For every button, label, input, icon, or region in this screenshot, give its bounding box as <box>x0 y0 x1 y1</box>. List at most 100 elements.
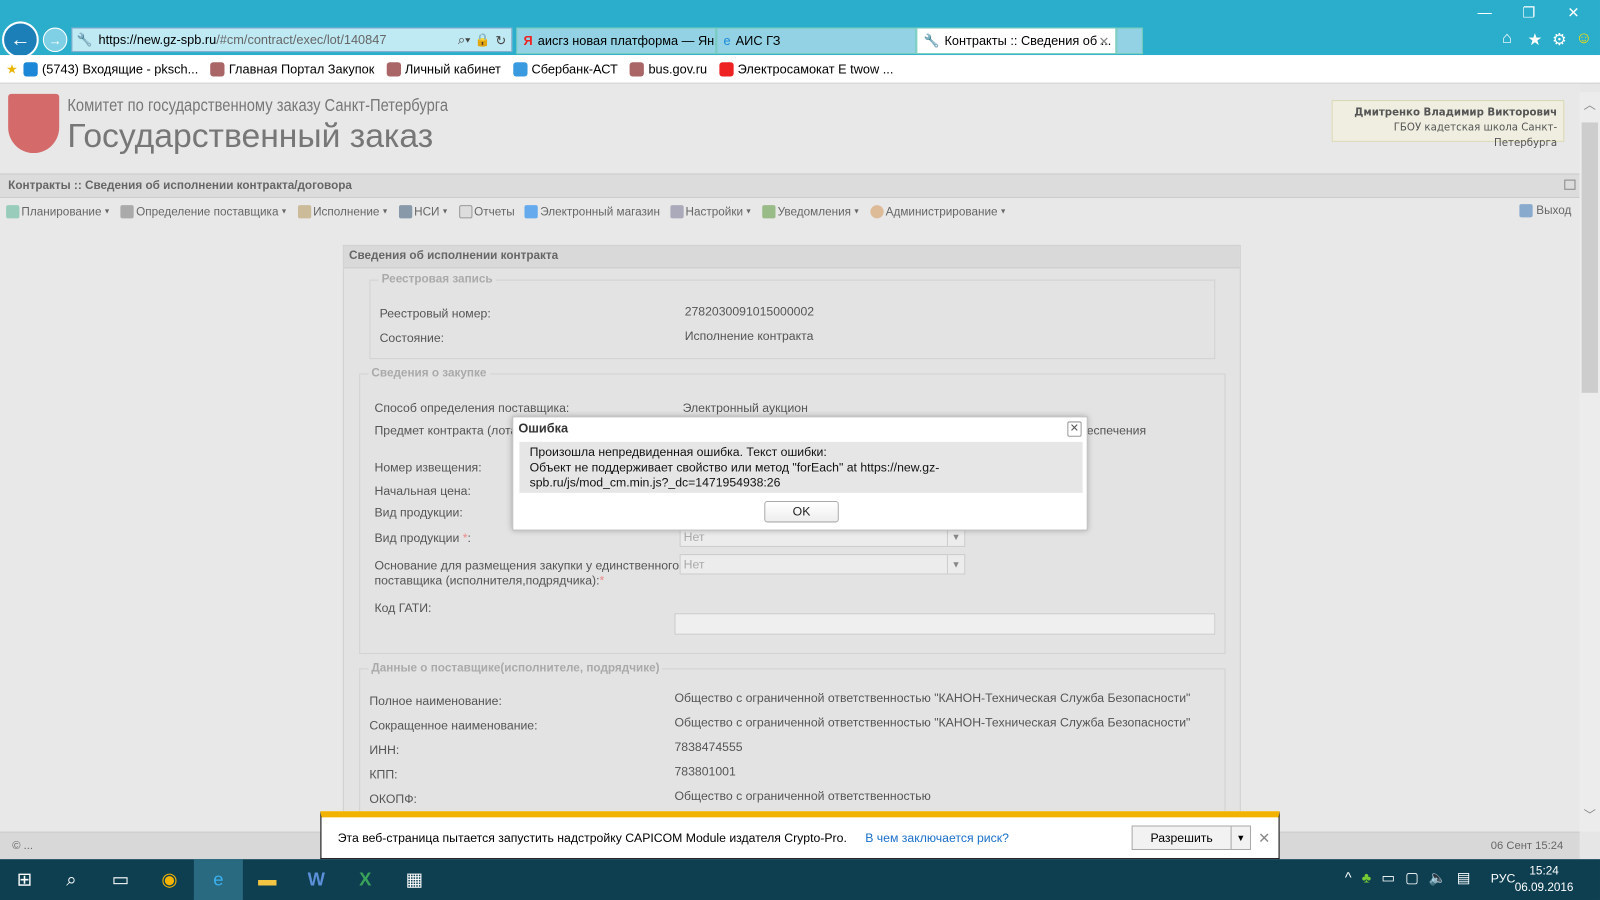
gati-input[interactable] <box>674 613 1216 635</box>
label-text: поставщика (исполнителя,подрядчика): <box>374 573 600 588</box>
menu-reports[interactable]: Отчеты <box>458 205 515 219</box>
menu-execution[interactable]: Исполнение ▼ <box>297 205 389 219</box>
cart-icon <box>524 205 539 219</box>
basis-select[interactable]: Нет ▼ <box>679 554 966 575</box>
home-icon[interactable]: ⌂ <box>1502 30 1512 48</box>
purchase-legend: Сведения о закупке <box>371 367 487 380</box>
chrome-icon[interactable]: ◉ <box>145 859 194 900</box>
favorite-sberbank[interactable]: Сбербанк-АСТ <box>513 61 618 77</box>
url-path: /#cm/contract/exec/lot/140847 <box>216 32 387 47</box>
exit-button[interactable]: Выход <box>1519 204 1572 218</box>
reg-number-label: Реестровый номер: <box>379 306 491 321</box>
menu-supplier[interactable]: Определение поставщика ▼ <box>120 205 288 219</box>
refresh-icon[interactable]: ↻ <box>495 32 506 47</box>
scroll-down-icon[interactable]: ﹀ <box>1584 806 1596 823</box>
planning-icon <box>6 205 20 219</box>
ok-button[interactable]: OK <box>764 501 839 523</box>
file-explorer-icon[interactable]: ▬ <box>243 859 292 900</box>
breadcrumb-text: Контракты :: Сведения об исполнении конт… <box>8 179 352 192</box>
favorite-zakupki[interactable]: Главная Портал Закупок <box>210 61 374 77</box>
basis-label: Основание для размещения закупки у единс… <box>374 558 680 588</box>
excel-icon[interactable]: X <box>341 859 390 900</box>
gati-label: Код ГАТИ: <box>374 601 432 616</box>
smiley-icon[interactable]: ☺ <box>1575 30 1592 48</box>
address-bar[interactable]: 🔧 https://new.gz-spb.ru/#cm/contract/exe… <box>71 27 513 53</box>
wrench-icon <box>670 205 684 219</box>
favorite-label: bus.gov.ru <box>648 61 708 77</box>
favorite-cabinet[interactable]: Личный кабинет <box>386 61 501 77</box>
exit-icon <box>1519 204 1534 218</box>
menu-admin[interactable]: Администрирование ▼ <box>870 205 1007 219</box>
close-icon[interactable]: ✕ <box>1067 421 1082 437</box>
subject-value: еспечения <box>1086 423 1147 438</box>
yandex-icon: Я <box>523 33 533 48</box>
method-value: Электронный аукцион <box>682 401 808 416</box>
page-scrollbar[interactable]: ︿ ﹀ <box>1579 91 1600 832</box>
chevron-up-icon[interactable]: ^ <box>1345 869 1352 886</box>
tab-label: аисгз новая платформа — Ян... <box>537 33 717 48</box>
search-icon[interactable]: ⌕▾ <box>458 32 471 47</box>
menu-notifications[interactable]: Уведомления ▼ <box>762 205 860 219</box>
word-icon[interactable]: W <box>292 859 341 900</box>
close-tab-icon[interactable]: ✕ <box>1098 33 1109 48</box>
scroll-up-icon[interactable]: ︿ <box>1584 96 1596 113</box>
lock-icon[interactable]: 🔒 <box>475 32 491 47</box>
network-icon[interactable]: ▢ <box>1405 869 1419 886</box>
ie-icon <box>513 61 528 77</box>
url-prefix: https:// <box>98 32 137 47</box>
close-window-icon[interactable]: ✕ <box>1567 4 1579 21</box>
emblem-icon <box>210 61 225 77</box>
language-indicator[interactable]: РУС <box>1491 871 1516 885</box>
risk-link[interactable]: В чем заключается риск? <box>865 831 1009 845</box>
task-view-icon[interactable]: ▭ <box>96 859 145 900</box>
inn-value: 7838474555 <box>674 739 743 755</box>
allow-dropdown-icon[interactable]: ▼ <box>1230 825 1252 850</box>
menu-planning[interactable]: Планирование ▼ <box>6 205 111 219</box>
clock[interactable]: 15:24 06.09.2016 <box>1515 863 1574 896</box>
favorite-label: Сбербанк-АСТ <box>531 61 618 77</box>
restore-icon[interactable]: ❐ <box>1522 4 1535 21</box>
okopf-value: Общество с ограниченной ответственностью <box>674 788 931 804</box>
search-icon[interactable]: ⌕ <box>47 859 96 900</box>
notification-icon <box>762 205 776 219</box>
menu-settings[interactable]: Настройки ▼ <box>670 205 753 219</box>
execution-icon <box>297 205 312 219</box>
minimize-icon[interactable]: — <box>1478 4 1492 20</box>
menu-nsi[interactable]: НСИ ▼ <box>398 205 449 219</box>
yandex-icon <box>719 61 734 77</box>
scrollbar-thumb[interactable] <box>1581 122 1598 393</box>
caret-down-icon: ▼ <box>745 208 753 216</box>
close-icon[interactable]: ✕ <box>1258 830 1270 847</box>
allow-button[interactable]: Разрешить <box>1131 825 1232 850</box>
okopf-label: ОКОПФ: <box>369 791 417 807</box>
tab-contracts[interactable]: 🔧 Контракты :: Сведения об ... ✕ <box>916 27 1117 55</box>
favorite-busgov[interactable]: bus.gov.ru <box>630 61 708 77</box>
gear-icon[interactable]: ⚙ <box>1552 30 1567 50</box>
favorite-scooter[interactable]: Электросамокат E twow ... <box>719 61 893 77</box>
exit-label: Выход <box>1536 204 1572 217</box>
contract-panel: Сведения об исполнении контракта Реестро… <box>342 244 1241 867</box>
menu-eshop[interactable]: Электронный магазин <box>524 205 660 219</box>
inn-label: ИНН: <box>369 742 400 758</box>
back-button[interactable]: ← <box>2 21 39 59</box>
collapse-icon[interactable] <box>1564 179 1576 190</box>
gears-icon <box>120 205 135 219</box>
add-favorite-icon[interactable]: ★ <box>6 61 17 76</box>
clover-icon[interactable]: ♣ <box>1362 869 1371 886</box>
windows-start-icon[interactable]: ⊞ <box>0 859 49 900</box>
registry-fieldset: Реестровая запись Реестровый номер: 2782… <box>369 273 1216 360</box>
action-center-icon[interactable]: ▤ <box>1457 869 1471 886</box>
power-icon[interactable]: ▭ <box>1381 869 1395 886</box>
tab-yandex[interactable]: Яаисгз новая платформа — Ян... <box>516 27 717 55</box>
menu-label: Настройки <box>685 205 744 218</box>
new-tab-button[interactable] <box>1116 27 1143 55</box>
calculator-icon[interactable]: ▦ <box>390 859 439 900</box>
menu-label: Исполнение <box>313 205 380 218</box>
menu-label: Электронный магазин <box>540 205 660 218</box>
forward-button[interactable]: → <box>42 27 68 53</box>
ie-icon[interactable]: e <box>193 859 243 900</box>
favorite-mail[interactable]: (5743) Входящие - pksch... <box>23 61 198 77</box>
volume-icon[interactable]: 🔈 <box>1429 869 1447 886</box>
tab-ais-gz[interactable]: e АИС ГЗ <box>716 27 917 55</box>
favorites-star-icon[interactable]: ★ <box>1528 30 1543 50</box>
